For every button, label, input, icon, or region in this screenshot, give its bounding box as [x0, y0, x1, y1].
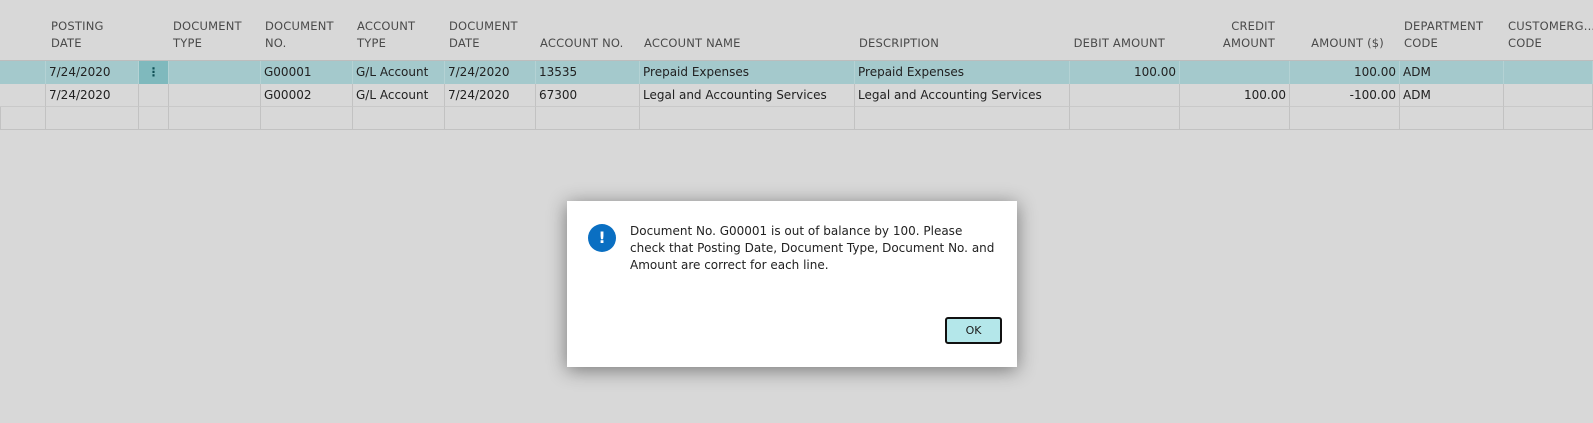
debit-amount-cell[interactable] [1070, 107, 1180, 130]
row-menu-cell[interactable] [139, 84, 169, 107]
description-cell[interactable] [855, 107, 1070, 130]
debit-amount-cell[interactable]: 100.00 [1070, 61, 1180, 84]
document-no-cell[interactable]: G00002 [261, 84, 353, 107]
customergroup-code-cell[interactable] [1504, 61, 1593, 84]
col-header-document-no[interactable]: Document No. [265, 18, 350, 52]
document-no-cell[interactable]: G00001 [261, 61, 353, 84]
description-cell[interactable]: Prepaid Expenses [855, 61, 1070, 84]
document-type-cell[interactable] [169, 61, 261, 84]
row-menu-cell[interactable] [139, 107, 169, 130]
table-row[interactable]: 7/24/2020 G00002 G/L Account 7/24/2020 6… [0, 84, 1593, 107]
document-type-cell[interactable] [169, 84, 261, 107]
department-code-cell[interactable] [1400, 107, 1504, 130]
account-name-cell[interactable] [640, 107, 855, 130]
account-name-cell[interactable]: Prepaid Expenses [640, 61, 855, 84]
posting-date-cell[interactable]: 7/24/2020 [46, 61, 139, 84]
col-header-account-name[interactable]: Account Name [644, 35, 844, 52]
document-type-cell[interactable] [169, 107, 261, 130]
document-date-cell[interactable]: 7/24/2020 [445, 84, 536, 107]
customergroup-code-cell[interactable] [1504, 107, 1593, 130]
col-header-customergroup-code[interactable]: Customerg... Code [1508, 18, 1593, 52]
col-header-credit-amount[interactable]: Credit Amount [1180, 18, 1275, 52]
row-select-cell[interactable] [0, 107, 46, 130]
document-date-cell[interactable]: 7/24/2020 [445, 61, 536, 84]
info-icon: ! [588, 224, 616, 252]
col-header-department-code[interactable]: Department Code [1404, 18, 1502, 52]
account-type-cell[interactable]: G/L Account [353, 61, 445, 84]
col-header-description[interactable]: Description [859, 35, 1059, 52]
account-name-cell[interactable]: Legal and Accounting Services [640, 84, 855, 107]
credit-amount-cell[interactable] [1180, 107, 1290, 130]
grid-header: Posting Date Document Type Document No. … [0, 0, 1593, 61]
col-header-posting-date[interactable]: Posting Date [51, 18, 131, 52]
credit-amount-cell[interactable] [1180, 61, 1290, 84]
dialog-message: Document No. G00001 is out of balance by… [630, 224, 995, 272]
department-code-cell[interactable]: ADM [1400, 61, 1504, 84]
col-header-account-no[interactable]: Account No. [540, 35, 640, 52]
department-code-cell[interactable]: ADM [1400, 84, 1504, 107]
col-header-debit-amount[interactable]: Debit Amount [1068, 35, 1165, 52]
posting-date-cell[interactable] [46, 107, 139, 130]
document-no-cell[interactable] [261, 107, 353, 130]
amount-cell[interactable]: 100.00 [1290, 61, 1400, 84]
more-vertical-icon[interactable]: ⋮ [139, 61, 169, 84]
customergroup-code-cell[interactable] [1504, 84, 1593, 107]
account-type-cell[interactable]: G/L Account [353, 84, 445, 107]
new-entry-row[interactable] [0, 107, 1593, 130]
row-select-cell[interactable] [0, 61, 46, 84]
description-cell[interactable]: Legal and Accounting Services [855, 84, 1070, 107]
credit-amount-cell[interactable]: 100.00 [1180, 84, 1290, 107]
account-no-cell[interactable]: 67300 [536, 84, 640, 107]
error-dialog: ! Document No. G00001 is out of balance … [567, 201, 1017, 367]
col-header-account-type[interactable]: Account Type [357, 18, 442, 52]
table-row[interactable]: 7/24/2020 ⋮ G00001 G/L Account 7/24/2020… [0, 61, 1593, 84]
document-date-cell[interactable] [445, 107, 536, 130]
account-no-cell[interactable]: 13535 [536, 61, 640, 84]
row-select-cell[interactable] [0, 84, 46, 107]
debit-amount-cell[interactable] [1070, 84, 1180, 107]
amount-cell[interactable] [1290, 107, 1400, 130]
account-type-cell[interactable] [353, 107, 445, 130]
col-header-document-date[interactable]: Document Date [449, 18, 534, 52]
posting-date-cell[interactable]: 7/24/2020 [46, 84, 139, 107]
col-header-document-type[interactable]: Document Type [173, 18, 258, 52]
amount-cell[interactable]: -100.00 [1290, 84, 1400, 107]
ok-button[interactable]: OK [945, 317, 1002, 344]
col-header-amount[interactable]: Amount ($) [1290, 35, 1384, 52]
account-no-cell[interactable] [536, 107, 640, 130]
